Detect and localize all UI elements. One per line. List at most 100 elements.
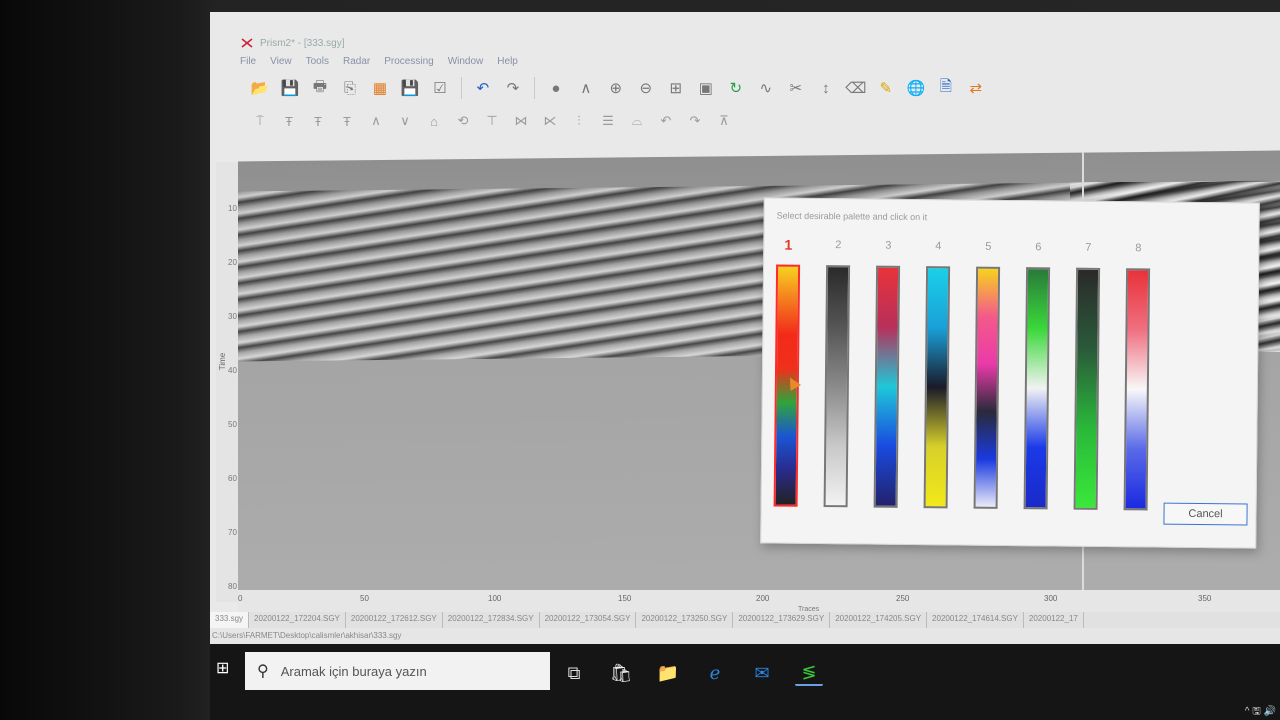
export-icon[interactable]: ⎘ — [338, 75, 362, 101]
caret-up-icon[interactable]: ∧ — [364, 110, 388, 132]
pencil-icon[interactable]: ✎ — [874, 75, 898, 101]
secondary-toolbar: ⍑ Ŧ Ŧ Ŧ ∧ ∨ ⌂ ⟲ ⊤ ⋈ ⋉ ⫶ ☰ ⌓ ↶ ↷ ⊼ — [248, 107, 768, 135]
menu-help[interactable]: Help — [497, 56, 518, 67]
redo-icon[interactable]: ↷ — [501, 75, 525, 101]
palette-number: 5 — [985, 240, 992, 253]
y-tick: 80 — [228, 582, 237, 591]
menu-processing[interactable]: Processing — [384, 56, 433, 67]
prism-app-icon[interactable]: ≶ — [795, 660, 823, 686]
windows-start-icon[interactable]: ⊞ — [216, 658, 238, 680]
palette-number: 4 — [935, 240, 942, 253]
home-icon[interactable]: ⌂ — [422, 110, 446, 132]
save-as-icon[interactable]: 💾 — [398, 75, 422, 101]
palette-option-2[interactable] — [823, 265, 851, 508]
level-icon[interactable]: ☰ — [596, 110, 620, 132]
wave-icon[interactable]: ∿ — [754, 75, 778, 101]
x-tick: 0 — [238, 594, 243, 603]
taskbar-search[interactable]: ⚲ Aramak için buraya yazın — [245, 652, 550, 690]
image-icon[interactable]: ▣ — [694, 75, 718, 101]
mound-icon[interactable]: ⌓ — [625, 110, 649, 132]
zoom-in-icon[interactable]: ⊕ — [604, 75, 628, 101]
palette-option-7[interactable] — [1073, 267, 1101, 510]
zoom-out-icon[interactable]: ⊖ — [634, 75, 658, 101]
palette-grid-icon[interactable]: ▦ — [368, 75, 392, 101]
palette-option-6[interactable] — [1023, 267, 1051, 510]
store-icon[interactable]: 🛍 — [607, 660, 635, 686]
print-icon[interactable]: 🖶 — [308, 75, 332, 101]
palette-number: 6 — [1035, 241, 1042, 254]
menu-window[interactable]: Window — [448, 56, 484, 67]
x-tick: 200 — [756, 594, 770, 603]
file-tab[interactable]: 20200122_173629.SGY — [733, 612, 831, 628]
file-tab[interactable]: 20200122_172204.SGY — [249, 612, 346, 628]
cancel-button[interactable]: Cancel — [1163, 502, 1248, 526]
file-tab[interactable]: 20200122_174614.SGY — [927, 612, 1024, 628]
y-tick: 50 — [228, 420, 237, 429]
menu-radar[interactable]: Radar — [343, 56, 370, 67]
text-icon[interactable]: Ŧ — [335, 110, 359, 132]
menu-tools[interactable]: Tools — [306, 56, 329, 67]
menu-file[interactable]: File — [240, 56, 256, 67]
file-tab[interactable]: 333.sgy — [210, 612, 250, 628]
file-tab[interactable]: 20200122_172834.SGY — [443, 612, 540, 628]
pick-icon[interactable]: ⋈ — [509, 110, 533, 132]
palette-number: 8 — [1135, 242, 1142, 255]
text-grid-icon[interactable]: Ŧ — [306, 110, 330, 132]
text-top-icon[interactable]: Ŧ — [277, 110, 301, 132]
main-toolbar: 📂 💾 🖶 ⎘ ▦ 💾 ☑ ↶ ↷ ● ∧ ⊕ ⊖ ⊞ ▣ ↻ ∿ ✂ ↕ ⌫ ✎ 🌐 🗎 ⇄ — [248, 70, 988, 106]
palette-option-8[interactable] — [1123, 268, 1151, 511]
toolbar-separator — [533, 77, 535, 99]
align-top-icon[interactable]: ⊤ — [480, 110, 504, 132]
mail-icon[interactable]: ✉ — [748, 660, 776, 686]
undo-small-icon[interactable]: ↶ — [654, 110, 678, 132]
file-path: C:\Users\FARMET\Desktop\calismler\akhisa… — [212, 631, 402, 640]
pick2-icon[interactable]: ⋉ — [538, 110, 562, 132]
traces-axis: 0 50 100 150 200 250 300 350 Traces — [238, 590, 1280, 613]
transfer-icon[interactable]: ⇄ — [964, 75, 988, 101]
fit-icon[interactable]: ⊞ — [664, 75, 688, 101]
vertical-arrows-icon[interactable]: ↕ — [814, 75, 838, 101]
y-tick: 40 — [228, 366, 237, 375]
eraser-icon[interactable]: ⌫ — [844, 75, 868, 101]
point-icon[interactable]: ● — [544, 75, 568, 101]
redo-small-icon[interactable]: ↷ — [683, 110, 707, 132]
checkbox-icon[interactable]: ☑ — [428, 75, 452, 101]
system-tray[interactable]: ^ 🖫 🔊 — [1245, 704, 1276, 720]
undo-icon[interactable]: ↶ — [471, 75, 495, 101]
y-tick: 20 — [228, 258, 237, 267]
rotate-icon[interactable]: ⟲ — [451, 110, 475, 132]
peak-icon[interactable]: ∧ — [574, 75, 598, 101]
file-tabs: 333.sgy 20200122_172204.SGY 20200122_172… — [210, 612, 1280, 628]
file-tab[interactable]: 20200122_174205.SGY — [830, 612, 928, 628]
y-tick: 60 — [228, 474, 237, 483]
bars-icon[interactable]: ⫶ — [567, 110, 591, 132]
search-icon: ⚲ — [257, 663, 269, 680]
palette-option-5[interactable] — [973, 266, 1001, 509]
task-view-icon[interactable]: ⧉ — [560, 660, 588, 686]
save-icon[interactable]: 💾 — [278, 75, 302, 101]
file-tab[interactable]: 20200122_172612.SGY — [346, 612, 443, 628]
file-tab[interactable]: 20200122_17 — [1024, 612, 1084, 628]
y-axis-label: Time — [218, 352, 228, 371]
palette-dialog: Select desirable palette and click on it… — [760, 197, 1260, 549]
palette-option-3[interactable] — [873, 265, 901, 508]
gap-icon[interactable]: ⊼ — [712, 110, 736, 132]
document-icon[interactable]: 🗎 — [934, 75, 958, 101]
palette-option-4[interactable] — [923, 266, 951, 509]
file-tab[interactable]: 20200122_173054.SGY — [540, 612, 637, 628]
cut-icon[interactable]: ✂ — [784, 75, 808, 101]
file-explorer-icon[interactable]: 📁 — [654, 660, 682, 686]
menu-view[interactable]: View — [270, 56, 292, 67]
marker-icon[interactable]: ⍑ — [248, 110, 272, 132]
open-folder-icon[interactable]: 📂 — [248, 75, 272, 101]
window-title: Prism2* - [333.sgy] — [260, 37, 345, 49]
caret-down-icon[interactable]: ∨ — [393, 110, 417, 132]
edge-icon[interactable]: ℯ — [701, 660, 729, 686]
palette-number: 2 — [835, 239, 842, 252]
refresh-icon[interactable]: ↻ — [724, 75, 748, 101]
x-tick: 50 — [360, 594, 369, 603]
time-axis: 10 20 30 40 50 60 70 80 — [216, 162, 238, 602]
y-tick: 30 — [228, 312, 237, 321]
file-tab[interactable]: 20200122_173250.SGY — [636, 612, 734, 628]
globe-icon[interactable]: 🌐 — [904, 75, 928, 101]
